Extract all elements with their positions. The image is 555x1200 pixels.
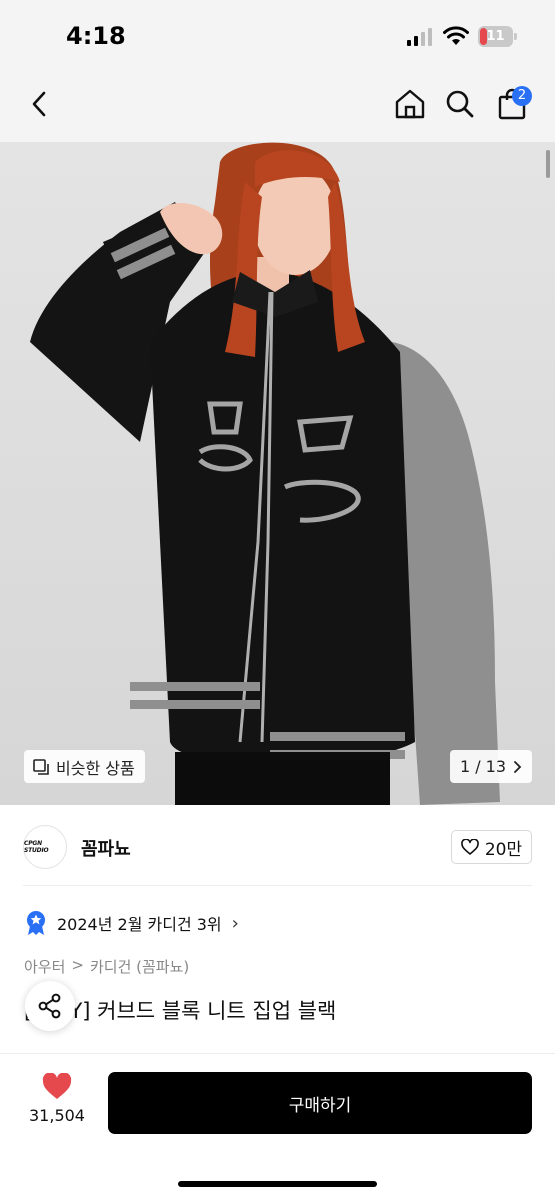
search-icon: [446, 90, 474, 118]
store-like-count: 20만: [484, 839, 523, 860]
ranking-text: 2024년 2월 카디건 3위: [57, 915, 222, 934]
heart-filled-icon: [42, 1073, 72, 1099]
store-row[interactable]: CPGN STUDIO 꼼파뇨 20만: [0, 805, 555, 885]
wifi-icon: [443, 26, 469, 45]
similar-products-icon: [33, 758, 49, 775]
breadcrumb-item[interactable]: 카디건 (꼼파뇨): [90, 956, 189, 977]
store-logo[interactable]: CPGN STUDIO: [23, 825, 67, 869]
similar-products-button[interactable]: 비슷한 상품: [24, 750, 145, 783]
heart-outline-icon: [461, 839, 479, 855]
product-photo: [0, 142, 555, 805]
home-indicator: [178, 1181, 377, 1187]
buy-button[interactable]: 구매하기: [108, 1072, 532, 1134]
cart-count-badge: 2: [512, 86, 532, 106]
battery-icon: 11: [478, 26, 517, 47]
image-pager[interactable]: 1 / 13: [450, 750, 532, 783]
similar-products-label: 비슷한 상품: [56, 758, 135, 778]
divider: [23, 885, 532, 886]
navigation-bar: [0, 70, 555, 142]
breadcrumb-separator: >: [71, 956, 84, 974]
breadcrumb-item[interactable]: 아우터: [24, 956, 65, 977]
battery-level: 11: [486, 29, 505, 44]
store-logo-text: CPGN STUDIO: [24, 840, 49, 854]
cellular-signal-icon: [407, 28, 432, 46]
image-pager-text: 1 / 13: [459, 757, 507, 776]
ranking-chevron: ›: [231, 912, 239, 934]
scroll-indicator: [546, 150, 550, 178]
chevron-right-icon: [514, 760, 522, 773]
chevron-left-icon: [32, 91, 46, 117]
product-image-carousel[interactable]: [0, 142, 555, 805]
status-bar: 4:18 11: [0, 0, 555, 70]
status-time: 4:18: [66, 22, 126, 50]
share-button[interactable]: [25, 981, 75, 1031]
ranking-medal-icon: [27, 911, 45, 935]
store-like-button[interactable]: 20만: [451, 830, 532, 864]
home-button[interactable]: [390, 84, 430, 124]
home-icon: [395, 89, 425, 119]
back-button[interactable]: [20, 84, 60, 124]
search-button[interactable]: [440, 84, 480, 124]
breadcrumb: 아우터 > 카디건 (꼼파뇨): [24, 956, 189, 977]
share-icon: [38, 993, 61, 1019]
ranking-link[interactable]: 2024년 2월 카디건 3위 ›: [25, 908, 239, 938]
store-name[interactable]: 꼼파뇨: [81, 835, 131, 861]
wishlist-count: 31,504: [29, 1106, 85, 1125]
wishlist-button[interactable]: 31,504: [24, 1073, 90, 1135]
